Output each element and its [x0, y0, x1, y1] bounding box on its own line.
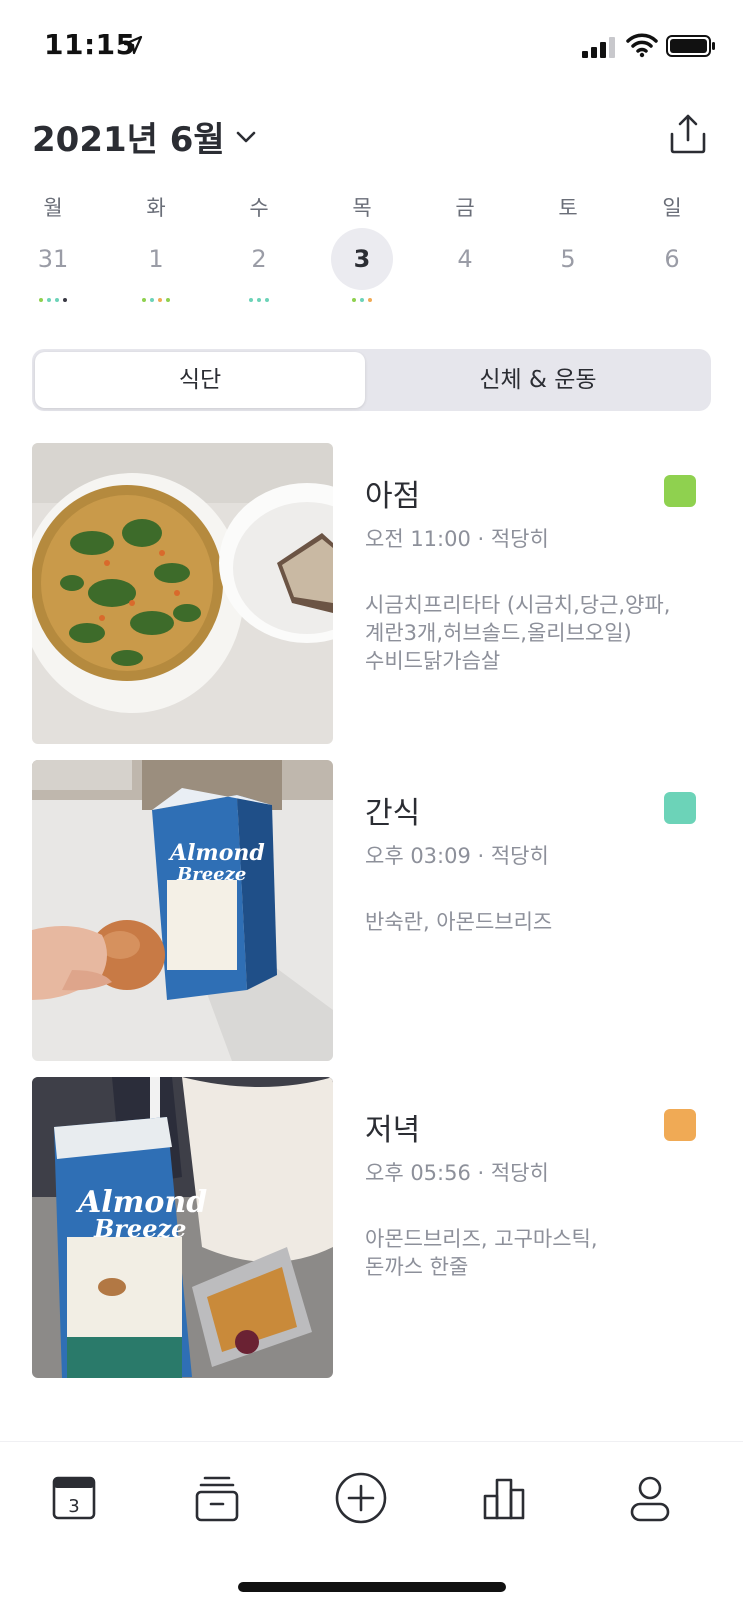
day-number: 4 [457, 245, 473, 273]
battery-icon [666, 35, 715, 57]
week-strip: 월 31 화 1 수 2 목 3 금 4 토 5 일 6 [0, 184, 743, 324]
month-selector[interactable]: 2021년 6월 [32, 112, 259, 161]
meal-title: 간식 [365, 796, 421, 831]
meal-dot [249, 298, 253, 302]
meal-indicator-dots [528, 298, 608, 308]
archive-box-icon [195, 1476, 239, 1522]
egg-almond-milk-photo: Almond Breeze [32, 760, 333, 1061]
meal-time: 오후 03:09 · 적당히 [365, 844, 549, 868]
meal-time: 오후 05:56 · 적당히 [365, 1161, 549, 1185]
meal-dot [47, 298, 51, 302]
svg-text:Almond: Almond [168, 840, 265, 866]
cellular-signal-icon [582, 37, 615, 58]
view-segment-control: 식단 신체 & 운동 [32, 349, 711, 411]
meal-description: 아몬드브리즈, 고구마스틱, 돈까스 한줄 [365, 1227, 598, 1279]
meal-title: 아점 [365, 479, 421, 514]
weekday-label: 목 [352, 196, 372, 220]
meal-indicator-dots [632, 298, 712, 308]
meal-color-tag [664, 475, 696, 507]
meal-card[interactable]: 아점 오전 11:00 · 적당히 시금치프리타타 (시금치,당근,양파, 계란… [32, 443, 711, 744]
meal-dot [142, 298, 146, 302]
share-icon [670, 114, 706, 154]
meal-dot [360, 298, 364, 302]
meal-description: 시금치프리타타 (시금치,당근,양파, 계란3개,허브솔드,올리브오일) 수비드… [365, 593, 671, 673]
meal-title: 저녁 [365, 1113, 421, 1148]
day-cell[interactable]: 목3 [322, 184, 402, 324]
tab-profile[interactable] [620, 1468, 680, 1528]
bar-chart-icon [483, 1478, 525, 1520]
day-cell[interactable]: 일6 [632, 184, 712, 324]
selected-day-number: 3 [331, 228, 393, 290]
weekday-label: 화 [146, 196, 166, 220]
tab-archive[interactable] [187, 1468, 247, 1528]
person-icon [630, 1476, 670, 1522]
meal-card[interactable]: Almond Breeze 간식 오후 03:09 · 적당히 반숙란, 아몬드… [32, 760, 711, 1061]
meal-color-tag [664, 1109, 696, 1141]
meal-dot [352, 298, 356, 302]
tab-calendar[interactable]: 3 [44, 1468, 104, 1528]
day-cell[interactable]: 토5 [528, 184, 608, 324]
meal-dot [265, 298, 269, 302]
day-cell[interactable]: 금4 [425, 184, 505, 324]
meal-dot [166, 298, 170, 302]
meal-card[interactable]: Almond Breeze 저녁 오후 05:56 · 적당히 아몬드브리즈, … [32, 1077, 711, 1378]
meal-indicator-dots [322, 298, 402, 308]
weekday-label: 일 [662, 196, 682, 220]
share-button[interactable] [666, 112, 710, 156]
meal-indicator-dots [13, 298, 93, 308]
weekday-label: 금 [455, 196, 475, 220]
tab-body-exercise[interactable]: 신체 & 운동 [370, 352, 706, 408]
meal-indicator-dots [116, 298, 196, 308]
day-cell[interactable]: 수2 [219, 184, 299, 324]
svg-text:Breeze: Breeze [176, 864, 246, 885]
weekday-label: 토 [558, 196, 578, 220]
svg-text:Breeze: Breeze [93, 1214, 186, 1243]
day-number: 1 [148, 245, 164, 273]
status-bar: 11:15 [0, 0, 743, 92]
meal-dot [158, 298, 162, 302]
meal-color-tag [664, 792, 696, 824]
weekday-label: 월 [43, 196, 63, 220]
tab-add[interactable] [331, 1468, 391, 1528]
day-cell[interactable]: 화1 [116, 184, 196, 324]
month-title: 2021년 6월 [32, 120, 225, 160]
meal-description: 반숙란, 아몬드브리즈 [365, 910, 553, 934]
day-number: 6 [664, 245, 680, 273]
tab-diet[interactable]: 식단 [35, 352, 365, 408]
wifi-icon [626, 33, 658, 58]
home-indicator [238, 1582, 506, 1592]
meal-indicator-dots [219, 298, 299, 308]
plus-circle-icon [335, 1472, 387, 1524]
meal-dot [257, 298, 261, 302]
almond-milk-snack-photo: Almond Breeze [32, 1077, 333, 1378]
meal-dot [55, 298, 59, 302]
day-number: 2 [251, 245, 267, 273]
tab-stats[interactable] [475, 1468, 535, 1528]
meal-dot [63, 298, 67, 302]
day-number: 5 [560, 245, 576, 273]
meal-dot [368, 298, 372, 302]
chevron-down-icon [236, 131, 255, 142]
weekday-label: 수 [249, 196, 269, 220]
meal-dot [150, 298, 154, 302]
day-number: 31 [37, 245, 69, 273]
calendar-day-number: 3 [68, 1496, 79, 1517]
calendar-icon: 3 [52, 1476, 96, 1520]
spinach-frittata-photo [32, 443, 333, 744]
location-arrow-icon [123, 35, 143, 55]
meal-indicator-dots [425, 298, 505, 308]
day-cell[interactable]: 월 31 [13, 184, 93, 324]
meal-dot [39, 298, 43, 302]
meal-time: 오전 11:00 · 적당히 [365, 527, 549, 551]
